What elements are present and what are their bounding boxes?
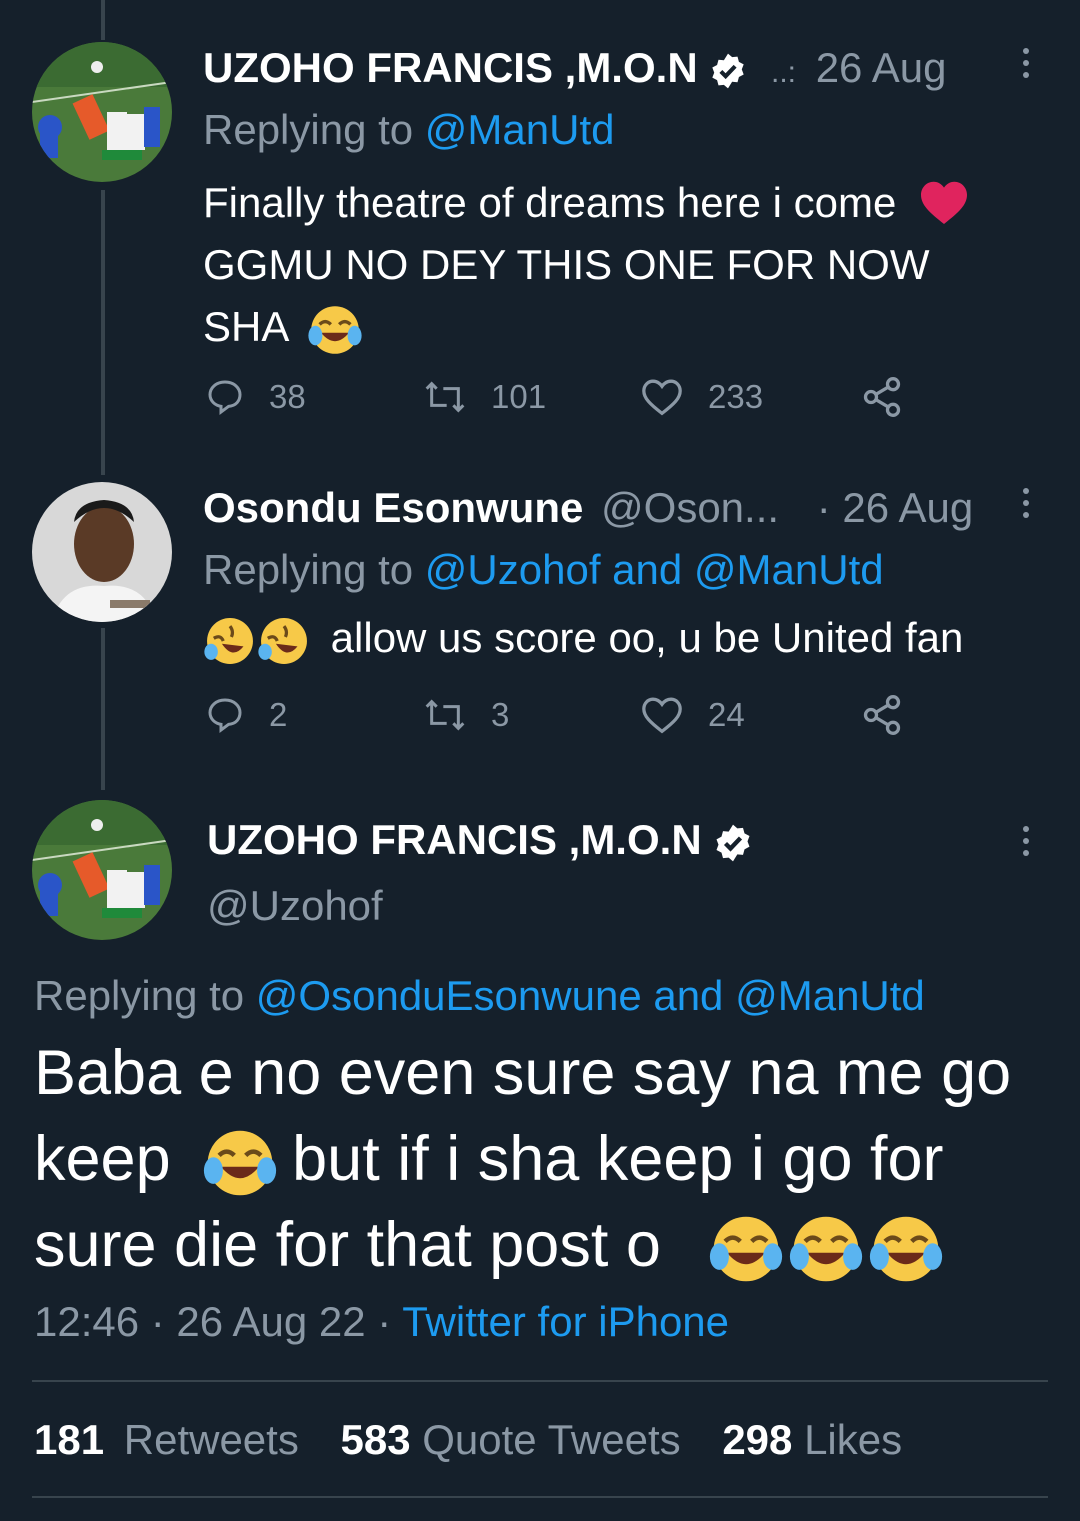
tweet-text: allow us score oo, u be United fan (203, 610, 963, 668)
share-icon (863, 377, 901, 417)
tears-of-joy-emoji-icon (790, 1217, 863, 1282)
handle[interactable]: @Uzohof (207, 882, 383, 930)
verified-badge-icon (712, 53, 745, 89)
tears-of-joy-emoji-icon (710, 1217, 783, 1282)
thread-line-top (101, 0, 105, 40)
divider (32, 1496, 1048, 1498)
rofl-emoji-icon (258, 617, 307, 664)
mention-link[interactable]: @Uzohof and @ManUtd (425, 546, 884, 593)
share-button[interactable] (860, 690, 928, 740)
replying-to: Replying to @OsonduEsonwune and @ManUtd (34, 972, 925, 1019)
share-icon (863, 695, 901, 735)
tears-of-joy-emoji-icon (870, 1217, 943, 1282)
like-button[interactable]: 24 (640, 690, 745, 740)
reply-button[interactable]: 38 (205, 372, 306, 422)
tears-of-joy-emoji-icon (308, 306, 362, 354)
replying-to: Replying to @ManUtd (203, 106, 615, 153)
divider (32, 1380, 1048, 1382)
thread-line-2 (101, 628, 105, 790)
tweet-timestamp[interactable]: 12:46 · 26 Aug 22 · (34, 1298, 391, 1345)
like-button[interactable]: 233 (640, 372, 763, 422)
tweet-actions: 2 3 24 (205, 690, 925, 740)
likes-stat[interactable]: 298 Likes (722, 1416, 902, 1463)
reply-icon (208, 698, 242, 733)
avatar[interactable] (32, 482, 172, 622)
display-name[interactable]: Osondu Esonwune (203, 484, 583, 531)
reply-button[interactable]: 2 (205, 690, 287, 740)
handle: ..: (771, 56, 797, 89)
tweet-date[interactable]: · 26 Aug (817, 484, 973, 531)
retweet-icon (425, 699, 465, 731)
more-icon[interactable] (1023, 488, 1031, 524)
main-tweet-text: Baba e no even sure say na me go keep bu… (34, 1030, 1011, 1288)
tears-of-joy-emoji-icon (204, 1131, 277, 1196)
tweet-date[interactable]: 26 Aug (816, 44, 947, 91)
handle[interactable]: @Oson... (601, 484, 779, 531)
tweet-actions: 38 101 233 (205, 372, 925, 422)
more-icon[interactable] (1023, 826, 1031, 862)
more-icon[interactable] (1023, 48, 1031, 84)
heart-icon (642, 697, 682, 734)
replying-to: Replying to @Uzohof and @ManUtd (203, 546, 884, 593)
tweet-header: UZOHO FRANCIS ,M.O.N ..: 26 Aug (203, 44, 947, 92)
share-button[interactable] (860, 372, 928, 422)
thread-line-1 (101, 190, 105, 475)
quote-tweets-stat[interactable]: 583 Quote Tweets (341, 1416, 681, 1463)
avatar[interactable] (32, 42, 172, 182)
retweet-button[interactable]: 3 (423, 690, 509, 740)
reply-icon (208, 380, 242, 415)
heart-emoji-icon (920, 181, 967, 224)
retweet-icon (425, 381, 465, 413)
display-name[interactable]: UZOHO FRANCIS ,M.O.N (203, 44, 698, 91)
tweet-text: Finally theatre of dreams here i come GG… (203, 172, 970, 358)
main-tweet-name: UZOHO FRANCIS ,M.O.N (207, 816, 753, 864)
tweet-header: Osondu Esonwune @Oson... · 26 Aug (203, 484, 973, 532)
avatar[interactable] (32, 800, 172, 940)
retweet-button[interactable]: 101 (423, 372, 546, 422)
retweets-stat[interactable]: 181 Retweets (34, 1416, 299, 1463)
mention-link[interactable]: @ManUtd (425, 106, 615, 153)
tweet-source[interactable]: Twitter for iPhone (402, 1298, 729, 1345)
rofl-emoji-icon (204, 617, 253, 664)
display-name[interactable]: UZOHO FRANCIS ,M.O.N (207, 816, 702, 863)
heart-icon (642, 379, 682, 416)
verified-badge-icon (716, 824, 750, 862)
engagement-stats: 181 Retweets 583 Quote Tweets 298 Likes (34, 1416, 902, 1464)
mention-link[interactable]: @OsonduEsonwune and @ManUtd (256, 972, 925, 1019)
tweet-meta: 12:46 · 26 Aug 22 · Twitter for iPhone (34, 1298, 729, 1346)
